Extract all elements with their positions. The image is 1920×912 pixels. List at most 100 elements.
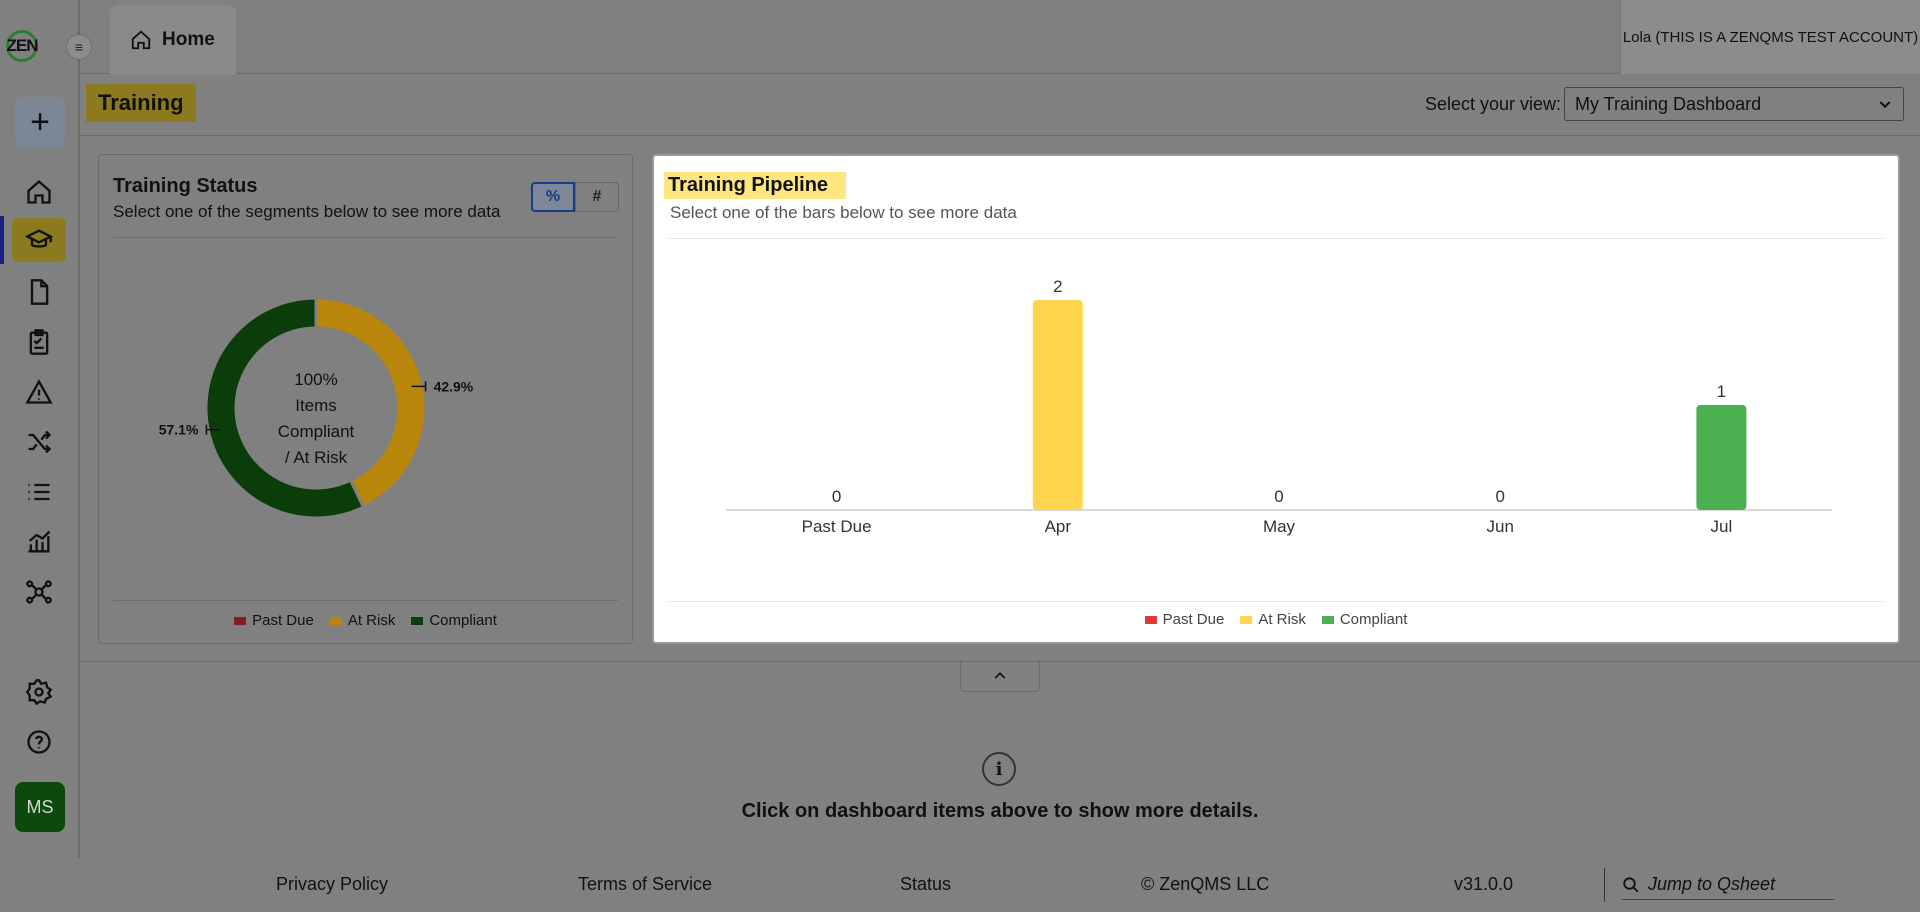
x-tick-label: May — [1263, 517, 1296, 536]
card-title: Training Status — [113, 175, 258, 197]
sidebar-item-changes[interactable] — [12, 420, 66, 464]
sidebar: ZEN + MS — [0, 0, 80, 858]
tab-home[interactable]: Home — [110, 5, 236, 75]
user-account-menu[interactable]: Lola (THIS IS A ZENQMS TEST ACCOUNT) — [1620, 0, 1920, 74]
bar-jul[interactable] — [1696, 405, 1747, 510]
status-legend: Past Due At Risk Compliant — [99, 612, 632, 629]
search-placeholder: Jump to Qsheet — [1648, 874, 1776, 894]
legend-item-past-due[interactable]: Past Due — [234, 612, 314, 629]
help-icon — [27, 730, 51, 754]
sidebar-item-analytics[interactable] — [12, 520, 66, 564]
sidebar-item-lists[interactable] — [12, 470, 66, 514]
details-message: Click on dashboard items above to show m… — [741, 800, 1259, 822]
list-icon — [28, 483, 50, 501]
divider — [113, 237, 618, 238]
network-icon — [26, 580, 52, 604]
page-title: Training — [86, 84, 196, 122]
legend-item-compliant[interactable]: Compliant — [411, 612, 497, 629]
clipboard-icon — [29, 329, 49, 355]
top-bar: Home Lola (THIS IS A ZENQMS TEST ACCOUNT… — [80, 0, 1920, 75]
legend-swatch — [234, 616, 247, 625]
document-icon — [30, 279, 49, 305]
sidebar-item-network[interactable] — [12, 570, 66, 614]
divider — [668, 238, 1884, 239]
view-select-dropdown[interactable]: My Training Dashboard — [1564, 87, 1904, 121]
donut-chart: 42.9% 57.1% — [159, 296, 474, 520]
view-select-label: Select your view: — [1425, 94, 1562, 114]
center-line-3: Compliant — [277, 422, 355, 441]
center-line-1: 100% — [294, 370, 338, 389]
x-tick-label: Jul — [1711, 517, 1733, 536]
collapse-dashboard-button[interactable] — [960, 660, 1040, 692]
bar-value-label: 2 — [1053, 277, 1062, 296]
hamburger-icon: ≡ — [74, 39, 84, 55]
legend-label: Compliant — [1339, 611, 1408, 628]
bar-apr[interactable] — [1032, 300, 1083, 510]
shuffle-icon — [28, 430, 52, 454]
zen-logo[interactable]: ZEN — [6, 28, 54, 64]
jump-to-qsheet-input[interactable]: Jump to Qsheet — [1622, 870, 1834, 900]
add-new-button[interactable]: + — [15, 97, 65, 147]
bar-value-label: 1 — [1717, 382, 1726, 401]
legend-item-at-risk[interactable]: At Risk — [1240, 611, 1306, 628]
center-line-4: / At Risk — [284, 448, 348, 467]
center-line-2: Items — [295, 396, 337, 415]
donut-data-label: 57.1% — [159, 422, 199, 438]
bar-value-label: 0 — [1274, 487, 1283, 506]
legend-item-past-due[interactable]: Past Due — [1144, 611, 1224, 628]
footer-separator — [1604, 868, 1605, 902]
card-subtitle: Select one of the bars below to see more… — [670, 203, 1017, 222]
tab-home-label: Home — [162, 29, 215, 50]
legend-swatch — [411, 616, 424, 625]
version-text: v31.0.0 — [1454, 874, 1514, 894]
info-glyph: i — [995, 758, 1003, 780]
menu-toggle-button[interactable]: ≡ — [66, 34, 92, 60]
home-icon — [27, 179, 51, 204]
sidebar-item-tasks[interactable] — [12, 320, 66, 364]
terms-of-service-link[interactable]: Terms of Service — [578, 874, 712, 895]
user-name: Lola (THIS IS A ZENQMS TEST ACCOUNT) — [1622, 28, 1919, 46]
info-icon: i — [982, 752, 1016, 786]
x-tick-label: Apr — [1045, 517, 1072, 536]
plus-icon: + — [30, 102, 50, 141]
legend-item-compliant[interactable]: Compliant — [1321, 611, 1408, 628]
legend-swatch — [329, 616, 342, 625]
gear-icon — [25, 679, 53, 706]
pipeline-legend: Past Due At Risk Compliant — [654, 611, 1898, 628]
sidebar-item-home[interactable] — [12, 170, 66, 214]
percent-toggle-button[interactable]: % — [531, 182, 575, 212]
legend-label: Compliant — [429, 612, 497, 629]
active-indicator — [0, 216, 4, 264]
legend-item-at-risk[interactable]: At Risk — [329, 612, 395, 629]
legend-label: Past Due — [252, 612, 314, 629]
card-subtitle: Select one of the segments below to see … — [113, 202, 501, 221]
chevron-up-icon — [994, 671, 1006, 679]
donut-data-label: 42.9% — [434, 378, 474, 394]
x-tick-label: Jun — [1486, 517, 1513, 536]
page-header: Training Select your view: My Training D… — [80, 74, 1920, 136]
donut-center-label: 100% Items Compliant / At Risk — [266, 367, 366, 471]
analytics-icon — [28, 530, 51, 553]
logo-mark: ZEN — [6, 30, 39, 62]
privacy-policy-link[interactable]: Privacy Policy — [276, 874, 388, 895]
legend-swatch — [1144, 615, 1157, 624]
graduation-cap-icon — [25, 229, 53, 248]
copyright-text: © ZenQMS LLC — [1141, 874, 1270, 894]
training-pipeline-card: Training Pipeline Select one of the bars… — [652, 154, 1900, 644]
logo-text: ZEN — [6, 36, 39, 55]
home-icon — [131, 30, 151, 50]
sidebar-item-help[interactable] — [12, 720, 66, 764]
legend-swatch — [1321, 615, 1334, 624]
sidebar-item-settings[interactable] — [12, 670, 66, 714]
search-icon — [1623, 876, 1639, 892]
bar-value-label: 0 — [832, 487, 841, 506]
status-link[interactable]: Status — [900, 874, 951, 895]
sidebar-item-training[interactable] — [12, 218, 66, 262]
sidebar-item-documents[interactable] — [12, 270, 66, 314]
training-status-card: Training Status Select one of the segmen… — [98, 154, 633, 644]
sidebar-item-issues[interactable] — [12, 370, 66, 414]
count-toggle-button[interactable]: # — [575, 182, 619, 212]
x-tick-label: Past Due — [802, 517, 872, 536]
view-select-value: My Training Dashboard — [1575, 93, 1762, 114]
divider — [113, 600, 618, 601]
